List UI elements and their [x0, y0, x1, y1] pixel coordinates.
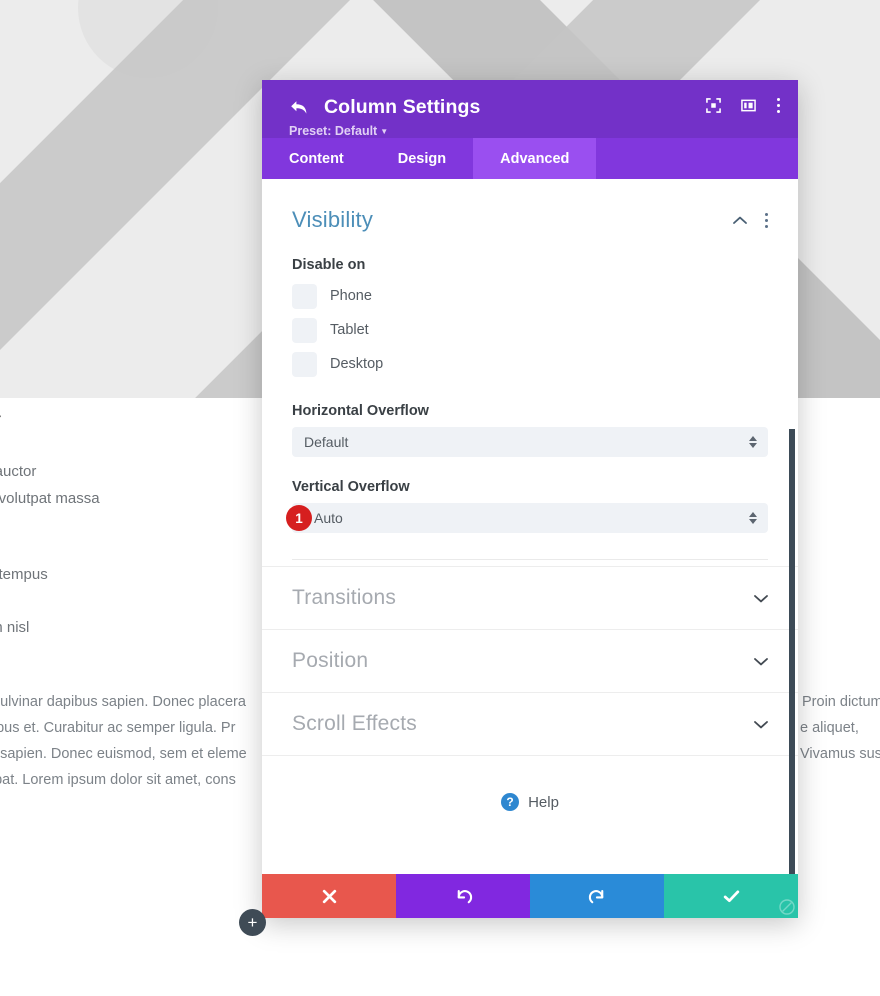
tab-design[interactable]: Design	[371, 138, 473, 179]
vertical-overflow-value: Auto	[314, 510, 343, 526]
section-visibility: Visibility Disable on Phone Tablet Deskt…	[262, 179, 798, 566]
page-paragraph-line: e aliquet,	[800, 720, 859, 736]
page-paragraph-line: a sapien. Donec euismod, sem et eleme	[0, 746, 247, 762]
screen: 4 m auctor at volutpat massa e tempus on…	[0, 0, 880, 996]
tab-content[interactable]: Content	[262, 138, 371, 179]
chevron-up-icon[interactable]	[733, 216, 747, 225]
page-text-line: m auctor	[0, 463, 37, 480]
checkbox-row-phone[interactable]: Phone	[292, 279, 768, 313]
checkbox-row-tablet[interactable]: Tablet	[292, 313, 768, 347]
section-position[interactable]: Position	[262, 629, 798, 692]
select-arrows-icon	[749, 436, 757, 448]
cancel-button[interactable]	[262, 874, 396, 918]
page-paragraph-line: pulvinar dapibus sapien. Donec placera	[0, 694, 246, 710]
checkbox-desktop[interactable]	[292, 351, 317, 377]
modal-tabs: Content Design Advanced	[262, 138, 798, 179]
page-paragraph-line: mpus et. Curabitur ac semper ligula. Pr	[0, 720, 236, 736]
preset-selector[interactable]: Preset: Default ▼	[289, 124, 388, 138]
disable-on-label: Disable on	[292, 257, 366, 273]
modal-header-actions	[706, 98, 780, 113]
transitions-title: Transitions	[292, 586, 397, 609]
page-text-line: on nisl	[0, 619, 30, 636]
modal-title: Column Settings	[324, 96, 481, 118]
horizontal-overflow-label: Horizontal Overflow	[292, 403, 429, 419]
horizontal-overflow-value: Default	[304, 434, 349, 450]
page-paragraph-line: utpat. Lorem ipsum dolor sit amet, cons	[0, 772, 236, 788]
add-module-button[interactable]: +	[239, 909, 266, 936]
split-layout-icon[interactable]	[741, 98, 756, 113]
resize-handle-icon[interactable]	[779, 899, 795, 915]
scroll-effects-title: Scroll Effects	[292, 712, 417, 735]
page-text-line: e tempus	[0, 566, 48, 583]
help-question-icon: ?	[501, 793, 520, 811]
focus-target-icon[interactable]	[706, 98, 721, 113]
modal-body: Visibility Disable on Phone Tablet Deskt…	[262, 179, 798, 874]
checkbox-label-phone: Phone	[330, 288, 372, 304]
back-arrow-icon[interactable]	[288, 97, 310, 119]
undo-icon	[457, 889, 472, 903]
visibility-options-kebab-icon[interactable]	[764, 212, 768, 228]
checkbox-label-tablet: Tablet	[330, 322, 369, 338]
check-icon	[723, 889, 739, 902]
redo-icon	[588, 889, 603, 903]
redo-button[interactable]	[530, 874, 664, 918]
page-paragraph-line: Vivamus sus	[800, 746, 880, 762]
chevron-down-icon: ▼	[380, 127, 389, 136]
modal-footer	[262, 874, 798, 918]
vertical-overflow-label: Vertical Overflow	[292, 479, 410, 495]
preset-label: Preset: Default	[289, 124, 378, 138]
section-scroll-effects[interactable]: Scroll Effects	[262, 692, 798, 755]
checkbox-row-desktop[interactable]: Desktop	[292, 347, 768, 381]
help-link[interactable]: ? Help	[262, 755, 798, 848]
checkbox-label-desktop: Desktop	[330, 356, 384, 372]
chevron-down-icon[interactable]	[754, 657, 768, 666]
select-arrows-icon	[749, 512, 757, 524]
checkbox-tablet[interactable]	[292, 317, 317, 343]
section-transitions[interactable]: Transitions	[262, 566, 798, 629]
position-title: Position	[292, 649, 369, 672]
help-label: Help	[528, 793, 559, 811]
chevron-down-icon[interactable]	[754, 594, 768, 603]
page-heading: 4	[0, 400, 2, 428]
modal-header: Column Settings Preset: Default ▼	[262, 80, 798, 138]
section-divider	[292, 559, 768, 560]
tab-advanced[interactable]: Advanced	[473, 138, 597, 179]
horizontal-overflow-select[interactable]: Default	[292, 427, 768, 457]
page-text-line: at volutpat massa	[0, 490, 100, 507]
step-badge-1: 1	[286, 505, 312, 531]
vertical-overflow-select[interactable]: 1 Auto	[286, 503, 768, 533]
checkbox-phone[interactable]	[292, 283, 317, 309]
chevron-down-icon[interactable]	[754, 720, 768, 729]
modal-scrollbar[interactable]	[789, 429, 795, 874]
undo-button[interactable]	[396, 874, 530, 918]
kebab-menu-icon[interactable]	[776, 98, 780, 113]
visibility-section-header[interactable]: Visibility	[292, 207, 768, 233]
visibility-title: Visibility	[292, 207, 374, 232]
page-paragraph-line: Proin dictum	[802, 694, 880, 710]
close-icon	[322, 889, 336, 903]
save-button[interactable]	[664, 874, 798, 918]
column-settings-modal: Column Settings Preset: Default ▼ Conten…	[262, 80, 798, 918]
